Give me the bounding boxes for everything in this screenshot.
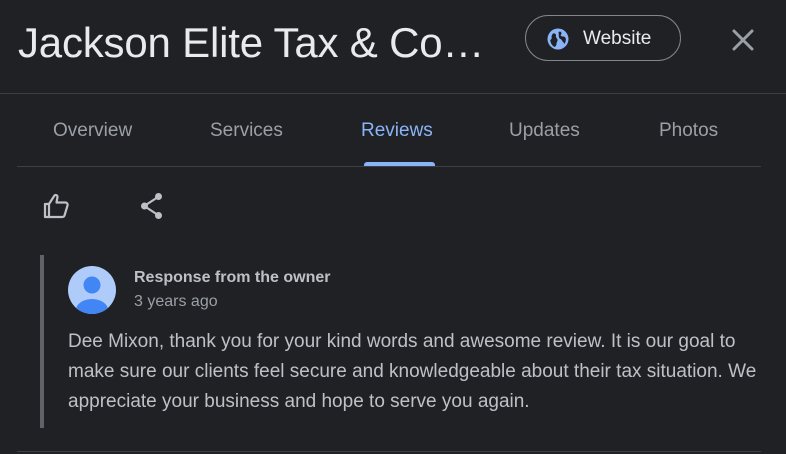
owner-response: Response from the owner 3 years ago Dee … <box>40 255 760 428</box>
tab-reviews[interactable]: Reviews <box>361 120 433 142</box>
tab-bar: Overview Services Reviews Updates Photos <box>17 94 761 167</box>
response-quote-bar <box>40 255 44 428</box>
place-title: Jackson Elite Tax & Con... <box>18 19 496 66</box>
globe-icon <box>547 28 569 50</box>
share-icon[interactable] <box>136 190 168 222</box>
tab-photos[interactable]: Photos <box>659 120 718 142</box>
avatar <box>68 266 116 314</box>
tab-overview[interactable]: Overview <box>53 120 132 142</box>
response-text: Dee Mixon, thank you for your kind words… <box>68 331 757 412</box>
website-button-label: Website <box>583 28 652 49</box>
active-tab-indicator <box>364 162 435 166</box>
response-title: Response from the owner <box>134 269 331 286</box>
response-timestamp: 3 years ago <box>134 293 218 310</box>
tab-updates[interactable]: Updates <box>509 120 580 142</box>
close-icon[interactable] <box>727 24 759 56</box>
thumbs-up-icon[interactable] <box>40 190 72 222</box>
tab-services[interactable]: Services <box>210 120 283 142</box>
header: Jackson Elite Tax & Con... Website <box>0 0 786 94</box>
place-details-panel: Jackson Elite Tax & Con... Website Overv… <box>0 0 786 454</box>
divider <box>17 451 761 452</box>
website-button[interactable]: Website <box>525 15 681 61</box>
